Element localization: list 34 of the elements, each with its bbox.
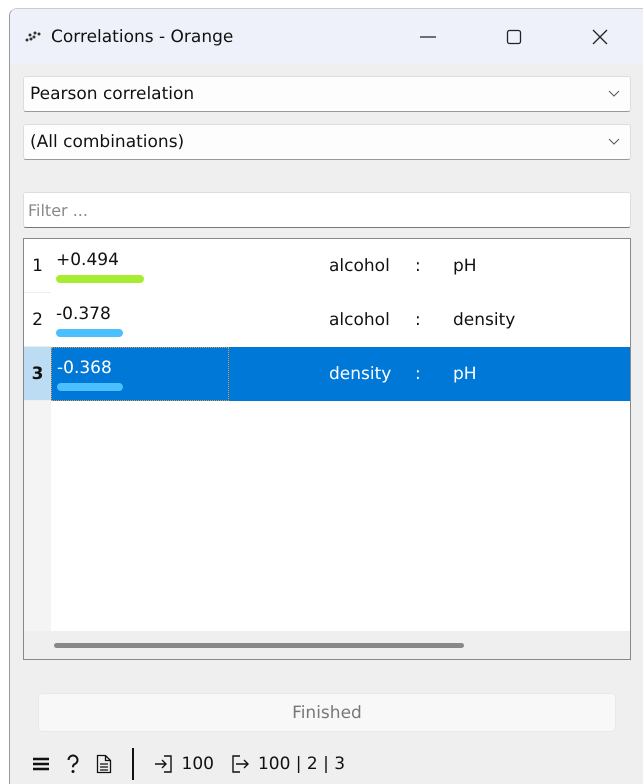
attribute-name: density [329, 364, 392, 384]
document-icon[interactable] [96, 754, 112, 774]
chevron-icon [608, 138, 620, 146]
attribute-name: pH [453, 256, 477, 276]
attribute-name: alcohol [329, 310, 391, 330]
close-icon [591, 28, 609, 46]
chevron-icon [608, 90, 620, 98]
attribute-name: alcohol [329, 256, 391, 276]
help-icon[interactable] [66, 754, 80, 774]
minimize-icon [420, 36, 436, 38]
feature-dropdown[interactable]: (All combinations) [23, 124, 631, 160]
scrollbar-thumb[interactable] [54, 642, 464, 648]
correlation-value: -0.378 [56, 304, 112, 324]
dots-icon [25, 30, 41, 42]
separator: : [415, 256, 422, 276]
table-row[interactable]: 1 +0.494 alcohol : pH [24, 239, 630, 293]
input-count: 100 [182, 754, 214, 774]
output-count: 100 | 2 | 3 [258, 754, 346, 774]
table-row[interactable]: 3 -0.368 density : pH [24, 347, 630, 401]
filter-field[interactable]: Filter ... [23, 192, 631, 228]
attribute-name: density [453, 310, 516, 330]
window-title: Correlations - Orange [51, 26, 234, 46]
attribute-name: pH [453, 364, 477, 384]
separator: : [415, 310, 422, 330]
row-header: 3 [24, 347, 51, 401]
correlation-value: +0.494 [56, 250, 120, 270]
output-icon [230, 754, 250, 774]
maximize-icon [505, 28, 523, 46]
menu-icon[interactable] [32, 756, 50, 772]
correlation-value: -0.368 [57, 358, 113, 378]
separator: : [415, 364, 422, 384]
correlation-type-dropdown[interactable]: Pearson correlation [23, 76, 631, 112]
input-icon [154, 754, 174, 774]
table-row[interactable]: 2 -0.378 alcohol : density [24, 293, 630, 347]
